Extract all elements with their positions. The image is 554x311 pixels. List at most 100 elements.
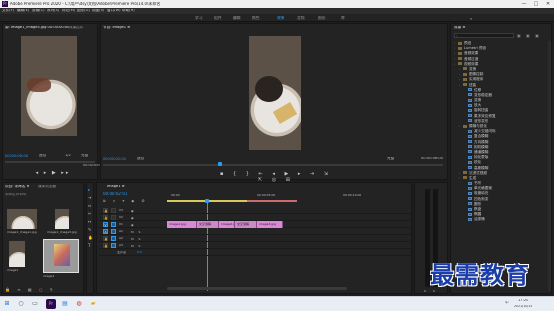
tab-project[interactable]: 项目: 未命名 ≡ <box>5 185 29 189</box>
effect-icon <box>468 103 472 107</box>
track-target-button[interactable] <box>111 236 116 241</box>
lock-icon[interactable]: 🔒 <box>103 208 108 213</box>
workspace-learn[interactable]: 学习 <box>195 16 203 20</box>
menu-file[interactable]: 文件(F) <box>2 9 14 13</box>
track-select-icon[interactable]: ⇥ <box>88 195 91 200</box>
track-target-button[interactable] <box>111 243 116 248</box>
clock-date[interactable]: 2021/10/15 <box>514 305 532 308</box>
ripple-edit-icon[interactable]: ⇔ <box>88 203 91 208</box>
menu-view[interactable]: 视图(V) <box>92 9 104 13</box>
selection-tool-icon[interactable]: ▸ <box>88 187 90 192</box>
slip-tool-icon[interactable]: ↔ <box>88 219 91 224</box>
workspace-graphics[interactable]: 图形 <box>318 16 326 20</box>
mute-solo-icons[interactable]: M S <box>131 244 142 248</box>
source-timecode[interactable]: 00:00:00:00 <box>5 154 28 158</box>
effects-search-input[interactable]: ⌕ <box>454 33 514 38</box>
program-scrub-bar[interactable] <box>103 164 443 166</box>
task-view-icon[interactable]: ▭ <box>30 299 40 309</box>
tab-timeline[interactable]: image1 ≡ <box>107 185 125 189</box>
source-resolution-dropdown[interactable]: 1/2 <box>65 154 71 158</box>
effect-item[interactable]: 油漆桶 <box>454 217 550 222</box>
effect-icon <box>468 207 472 211</box>
program-playhead[interactable] <box>218 162 222 166</box>
track-target-button[interactable] <box>111 215 116 220</box>
clip-image1[interactable]: image1.jpg <box>167 221 197 228</box>
workspace-audio[interactable]: 音频 <box>297 16 305 20</box>
project-thumb-1[interactable] <box>7 209 37 229</box>
effect-icon <box>468 129 472 133</box>
program-full-label[interactable]: 完整 <box>387 157 394 161</box>
lock-icon[interactable]: 🔒 <box>103 236 108 241</box>
tab-program[interactable]: 节目: image1 ≡ <box>103 26 130 30</box>
mute-solo-icons[interactable]: M S <box>131 230 142 234</box>
workspace-color[interactable]: 颜色 <box>252 16 260 20</box>
menu-clip[interactable]: 剪辑(C) <box>32 9 45 13</box>
clip-image3[interactable]: image3.jpg <box>257 221 283 228</box>
tab-media-browser[interactable]: 媒体浏览器 <box>38 185 56 189</box>
transition-2[interactable]: 交叉溶解 <box>235 221 257 228</box>
project-item-3-name: image1 <box>7 269 19 272</box>
source-patch-button[interactable]: V <box>103 222 108 227</box>
maximize-button[interactable]: □ <box>530 0 542 8</box>
eye-icon[interactable]: ◉ <box>131 209 134 213</box>
workspace-editing[interactable]: 编辑 <box>233 16 241 20</box>
project-footer-icons[interactable]: 🔒 ≡ ▦ ○ ⚲ <box>5 287 56 292</box>
program-duration: 00:00:06:00 <box>421 157 443 160</box>
master-level[interactable]: 0.0 <box>137 251 142 254</box>
clock-time[interactable]: 17:20 <box>518 299 528 303</box>
eye-icon[interactable]: ◉ <box>131 223 134 227</box>
tab-source[interactable]: 源: image1_image3.jpg 00:00:00:00 <box>5 26 69 30</box>
lock-icon[interactable]: 🔒 <box>103 215 108 220</box>
type-tool-icon[interactable]: T <box>88 243 90 248</box>
workspace-assembly[interactable]: 组件 <box>214 16 222 20</box>
track-target-button[interactable] <box>111 222 116 227</box>
tab-effect-controls[interactable]: 效果控件 <box>69 26 83 30</box>
track-target-button[interactable] <box>111 229 116 234</box>
effects-filter-icons[interactable]: ▣ ▣ ▣ <box>517 33 541 38</box>
menu-marker[interactable]: 标记(M) <box>62 9 75 13</box>
menu-sequence[interactable]: 序列(S) <box>47 9 59 13</box>
solo-buttons[interactable]: S S <box>424 289 438 293</box>
folder-icon[interactable]: ▰ <box>88 299 98 309</box>
timeline-horizontal-scrollbar[interactable] <box>167 287 347 290</box>
pen-tool-icon[interactable]: ✎ <box>88 227 91 232</box>
project-thumb-3[interactable] <box>9 241 25 267</box>
chrome-icon[interactable]: ◍ <box>74 299 84 309</box>
windows-start-icon[interactable]: ⊞ <box>2 299 12 309</box>
window-taskbar-icon[interactable]: ▤ <box>60 299 70 309</box>
menu-edit[interactable]: 编辑(E) <box>17 9 29 13</box>
razor-tool-icon[interactable]: ✂ <box>88 211 91 216</box>
source-scrub-bar[interactable] <box>5 161 95 163</box>
program-timecode[interactable]: 00:00:02:01 <box>103 157 126 161</box>
program-fit-dropdown[interactable]: 适合 <box>137 157 144 161</box>
source-full-label[interactable]: 完整 <box>81 154 88 158</box>
minimize-button[interactable]: — <box>518 0 530 8</box>
timeline-tool-icons[interactable]: ⧉ ∩ ▾ ◆ ⚙ <box>103 199 148 203</box>
mute-solo-icons[interactable]: M S <box>131 237 142 241</box>
search-icon[interactable]: ⌕ <box>470 16 472 21</box>
ime-indicator[interactable]: 中 <box>505 301 509 305</box>
timeline-timecode[interactable]: 00:00:02:01 <box>103 192 127 196</box>
project-thumb-4-selected[interactable] <box>43 239 79 273</box>
eye-icon[interactable]: ◉ <box>131 216 134 220</box>
effects-scrollbar[interactable] <box>548 41 551 291</box>
source-transport-controls[interactable]: ◂ ▸ ▶ ▸▸ <box>33 170 73 176</box>
menu-window[interactable]: 窗口(W) <box>107 9 121 13</box>
source-patch-button[interactable]: A <box>103 229 108 234</box>
menu-help[interactable]: 帮助(H) <box>122 9 135 13</box>
workspace-libraries[interactable]: 库 <box>341 16 345 20</box>
search-icon[interactable]: ○ <box>16 299 26 309</box>
transition-1[interactable]: 交叉溶解 <box>197 221 219 228</box>
tab-effects[interactable]: 效果 ≡ <box>454 26 465 30</box>
workspace-effects[interactable]: 效果 <box>277 16 285 20</box>
clip-image2[interactable]: image2.jpg <box>219 221 235 228</box>
close-button[interactable]: ✕ <box>542 0 554 8</box>
hand-tool-icon[interactable]: ✋ <box>88 235 93 240</box>
track-target-button[interactable] <box>111 208 116 213</box>
taskbar: ⊞ ○ ▭ Pr ▤ ◍ ▰ 中 17:20 2021/10/15 <box>0 296 554 311</box>
menu-graphics[interactable]: 图形(G) <box>77 9 90 13</box>
source-fit-dropdown[interactable]: 适合 <box>39 154 46 158</box>
project-thumb-2[interactable] <box>55 209 69 229</box>
lock-icon[interactable]: 🔒 <box>103 243 108 248</box>
premiere-taskbar-icon[interactable]: Pr <box>46 299 56 309</box>
